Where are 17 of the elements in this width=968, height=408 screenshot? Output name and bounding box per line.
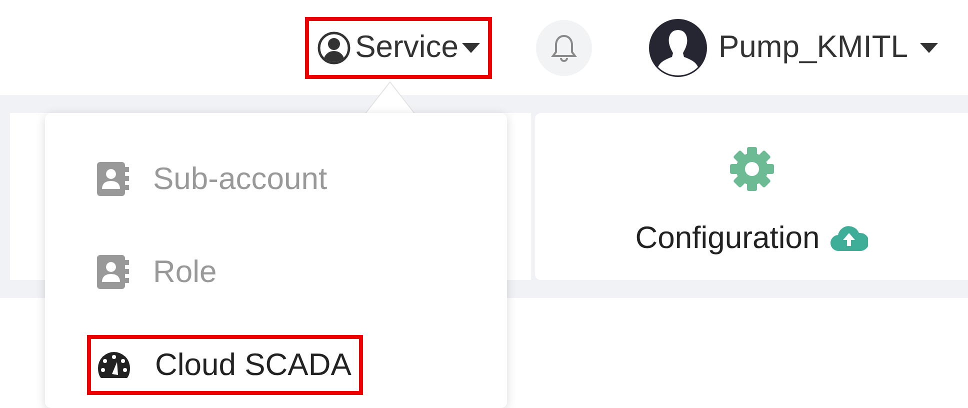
gear-icon [728, 145, 776, 193]
user-name: Pump_KMITL [718, 28, 908, 66]
user-menu[interactable]: Pump_KMITL [718, 24, 938, 71]
caret-icon [462, 42, 480, 52]
service-label: Service [355, 28, 458, 66]
cloud-upload-icon [830, 225, 868, 252]
contact-card-icon [97, 162, 129, 196]
service-menu[interactable]: Service [305, 16, 492, 78]
gauge-icon [97, 350, 131, 380]
user-circle-icon [317, 30, 352, 64]
caret-icon [920, 42, 938, 52]
bell-icon [551, 32, 578, 62]
configuration-card[interactable]: Configuration [535, 113, 968, 280]
card-title: Configuration [635, 219, 820, 257]
contact-card-icon [97, 255, 129, 289]
dropdown-item[interactable]: Cloud SCADA [87, 335, 364, 395]
avatar-icon[interactable] [648, 18, 708, 78]
